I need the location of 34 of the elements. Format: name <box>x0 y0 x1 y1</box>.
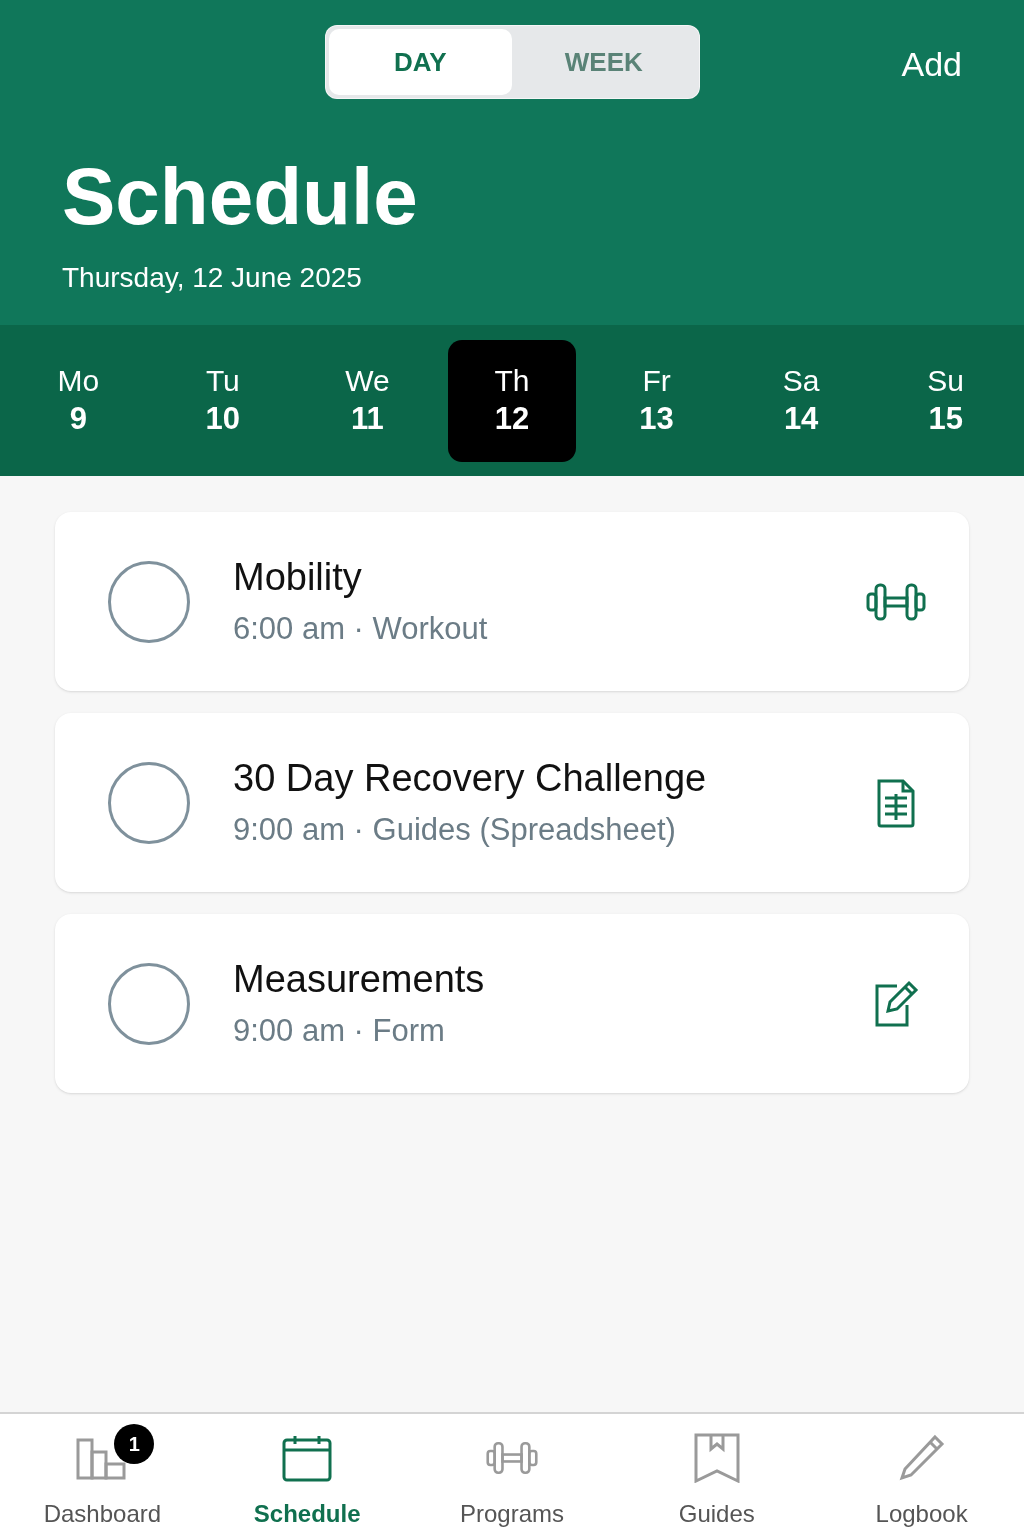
dumbbell-icon <box>866 581 926 622</box>
spreadsheet-icon <box>876 777 916 828</box>
tab-bar-item[interactable]: 1 Dashboard <box>0 1414 205 1536</box>
day-selector[interactable]: Tu 10 <box>172 339 273 462</box>
add-button[interactable]: Add <box>901 39 962 90</box>
item-subtitle: 9:00 am · Form <box>233 1011 445 1050</box>
tab-bar-item[interactable]: Logbook <box>819 1414 1024 1536</box>
tab-bar-item[interactable]: Schedule <box>204 1414 410 1536</box>
day-selector[interactable]: Th 12 <box>448 339 576 462</box>
day-selector[interactable]: Fr 13 <box>606 339 707 462</box>
bar-chart-icon <box>76 1436 129 1480</box>
item-title: Measurements <box>233 957 485 1003</box>
page-title: Schedule <box>62 157 418 237</box>
day-selector[interactable]: Su 15 <box>895 339 996 462</box>
tab-bar-item[interactable]: Programs <box>409 1414 615 1536</box>
notification-badge: 1 <box>114 1424 155 1464</box>
day-selector[interactable]: Sa 14 <box>751 339 852 462</box>
pencil-icon <box>898 1434 945 1482</box>
tab-bar-item[interactable]: Guides <box>614 1414 820 1536</box>
day-selector[interactable]: Mo 9 <box>28 339 129 462</box>
schedule-card[interactable]: 30 Day Recovery Challenge 9:00 am · Guides (Spreadsheet) <box>55 713 969 892</box>
edit-icon <box>873 979 919 1028</box>
schedule-card[interactable]: Mobility 6:00 am · Workout <box>55 512 969 691</box>
bookmark-book-icon <box>693 1433 740 1483</box>
dumbbell-icon <box>486 1439 538 1477</box>
item-title: Mobility <box>233 555 362 601</box>
calendar-icon <box>282 1434 333 1482</box>
schedule-card[interactable]: Measurements 9:00 am · Form <box>55 914 969 1093</box>
item-subtitle: 9:00 am · Guides (Spreadsheet) <box>233 810 676 849</box>
date-subtitle: Thursday, 12 June 2025 <box>62 261 362 295</box>
item-title: 30 Day Recovery Challenge <box>233 756 707 802</box>
day-selector[interactable]: We 11 <box>317 339 418 462</box>
item-subtitle: 6:00 am · Workout <box>233 609 488 648</box>
segment-tab[interactable]: DAY <box>328 29 512 95</box>
